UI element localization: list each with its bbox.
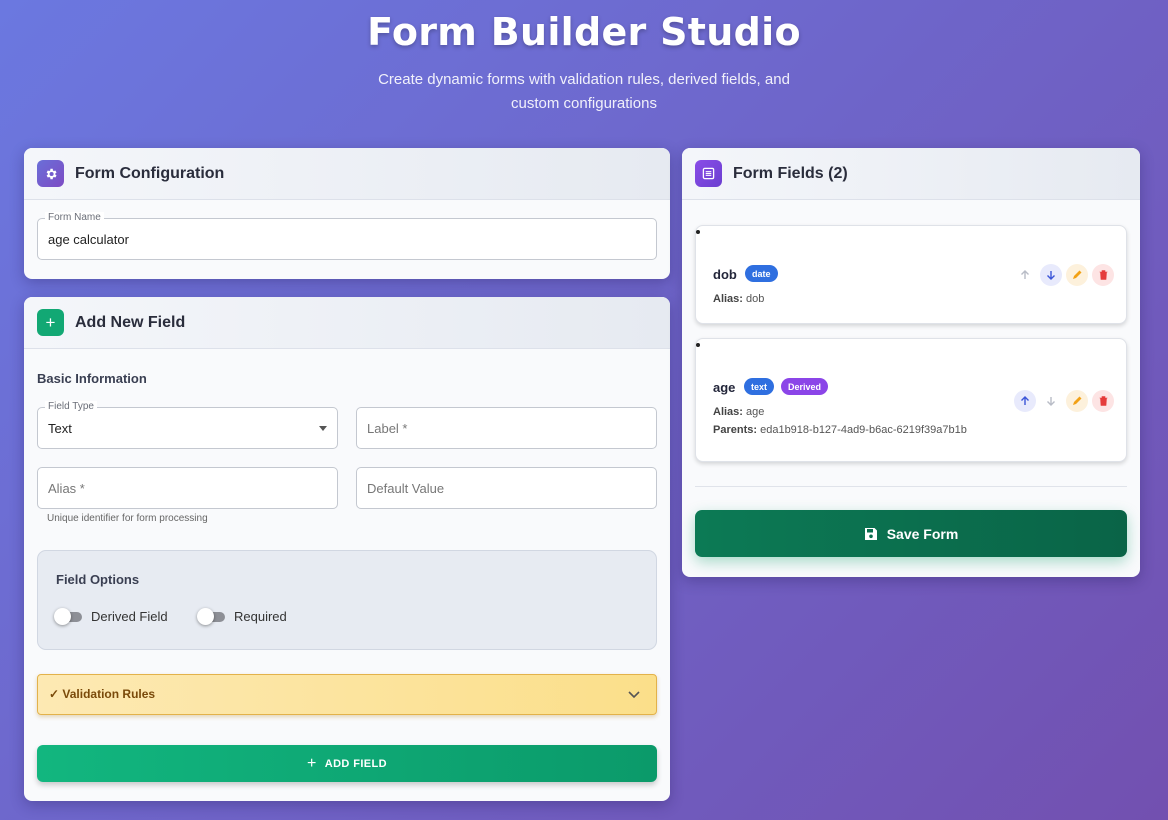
- field-parents: Parents: eda1b918-b127-4ad9-b6ac-6219f39…: [713, 424, 967, 436]
- edit-button[interactable]: [1066, 264, 1088, 286]
- form-name-value: age calculator: [48, 232, 129, 247]
- move-down-button[interactable]: [1040, 264, 1062, 286]
- field-name: dob: [713, 267, 737, 282]
- divider: [695, 486, 1127, 487]
- add-field-button[interactable]: + ADD FIELD: [37, 745, 657, 782]
- delete-button[interactable]: [1092, 264, 1114, 286]
- app-title: Form Builder Studio: [367, 10, 801, 54]
- required-toggle[interactable]: Required: [197, 607, 287, 625]
- move-down-button[interactable]: [1040, 390, 1062, 412]
- required-toggle-knob[interactable]: [197, 607, 214, 625]
- plus-icon: +: [37, 309, 64, 336]
- derived-field-toggle[interactable]: Derived Field: [54, 607, 168, 625]
- gear-icon: [37, 160, 64, 187]
- alias-placeholder: Alias *: [48, 481, 85, 496]
- required-label: Required: [234, 609, 287, 624]
- validation-rules-accordion[interactable]: ✓ Validation Rules: [37, 674, 657, 715]
- type-badge: date: [745, 265, 778, 282]
- page-header: Form Builder Studio Create dynamic forms…: [0, 0, 1168, 116]
- move-up-button[interactable]: [1014, 390, 1036, 412]
- type-badge: text: [744, 378, 775, 395]
- alias-input[interactable]: Alias *: [37, 467, 338, 509]
- add-new-field-header: + Add New Field: [24, 297, 670, 349]
- plus-icon: +: [306, 754, 317, 772]
- field-item-age: age text Derived Alias: age Parents: eda…: [695, 338, 1127, 462]
- save-icon: [864, 527, 877, 540]
- add-field-label: ADD FIELD: [324, 757, 387, 770]
- edit-button[interactable]: [1066, 390, 1088, 412]
- list-bullet: [696, 230, 700, 234]
- field-type-value: Text: [48, 421, 72, 436]
- form-name-label: Form Name: [45, 212, 104, 223]
- dropdown-caret-icon: [319, 426, 327, 431]
- alias-helper-text: Unique identifier for form processing: [47, 513, 208, 524]
- basic-information-heading: Basic Information: [37, 371, 147, 386]
- list-bullet: [696, 343, 700, 347]
- field-options-heading: Field Options: [56, 572, 140, 587]
- default-value-placeholder: Default Value: [367, 481, 445, 496]
- field-alias: Alias: age: [713, 406, 764, 418]
- form-name-input[interactable]: Form Name age calculator: [37, 212, 657, 260]
- derived-field-label: Derived Field: [91, 609, 168, 624]
- alias-label: Alias:: [713, 293, 743, 305]
- derived-badge: Derived: [781, 378, 829, 395]
- app-subtitle: Create dynamic forms with validation rul…: [378, 71, 790, 112]
- validation-rules-label: ✓ Validation Rules: [49, 687, 156, 701]
- alias-value: dob: [746, 293, 765, 305]
- field-type-label: Field Type: [45, 401, 97, 412]
- save-form-label: Save Form: [886, 525, 959, 542]
- parents-value: eda1b918-b127-4ad9-b6ac-6219f39a7b1b: [760, 424, 967, 436]
- label-placeholder: Label *: [367, 421, 408, 436]
- field-type-select[interactable]: Field Type Text: [37, 401, 338, 449]
- derived-toggle-track[interactable]: [54, 607, 82, 625]
- add-new-field-title: Add New Field: [75, 313, 186, 331]
- add-new-field-card: + Add New Field Basic Information Field …: [24, 297, 670, 801]
- field-alias: Alias: dob: [713, 293, 764, 305]
- form-configuration-header: Form Configuration: [24, 148, 670, 200]
- form-fields-header: Form Fields (2): [682, 148, 1140, 200]
- save-form-button[interactable]: Save Form: [695, 510, 1127, 557]
- list-icon: [695, 160, 722, 187]
- form-fields-title: Form Fields (2): [733, 164, 848, 182]
- parents-label: Parents:: [713, 424, 758, 436]
- chevron-down-icon[interactable]: [628, 687, 640, 702]
- derived-toggle-knob[interactable]: [54, 607, 71, 625]
- form-fields-card: Form Fields (2) dob date Alias: dob age …: [682, 148, 1140, 577]
- form-configuration-card: Form Configuration Form Name age calcula…: [24, 148, 670, 279]
- alias-value: age: [746, 406, 765, 418]
- delete-button[interactable]: [1092, 390, 1114, 412]
- field-item-dob: dob date Alias: dob: [695, 225, 1127, 324]
- form-configuration-title: Form Configuration: [75, 164, 225, 182]
- field-name: age: [713, 380, 736, 395]
- move-up-button[interactable]: [1014, 264, 1036, 286]
- alias-label: Alias:: [713, 406, 743, 418]
- label-input[interactable]: Label *: [356, 407, 657, 449]
- field-options-panel: Field Options Derived Field Required: [37, 550, 657, 650]
- required-toggle-track[interactable]: [197, 607, 225, 625]
- default-value-input[interactable]: Default Value: [356, 467, 657, 509]
